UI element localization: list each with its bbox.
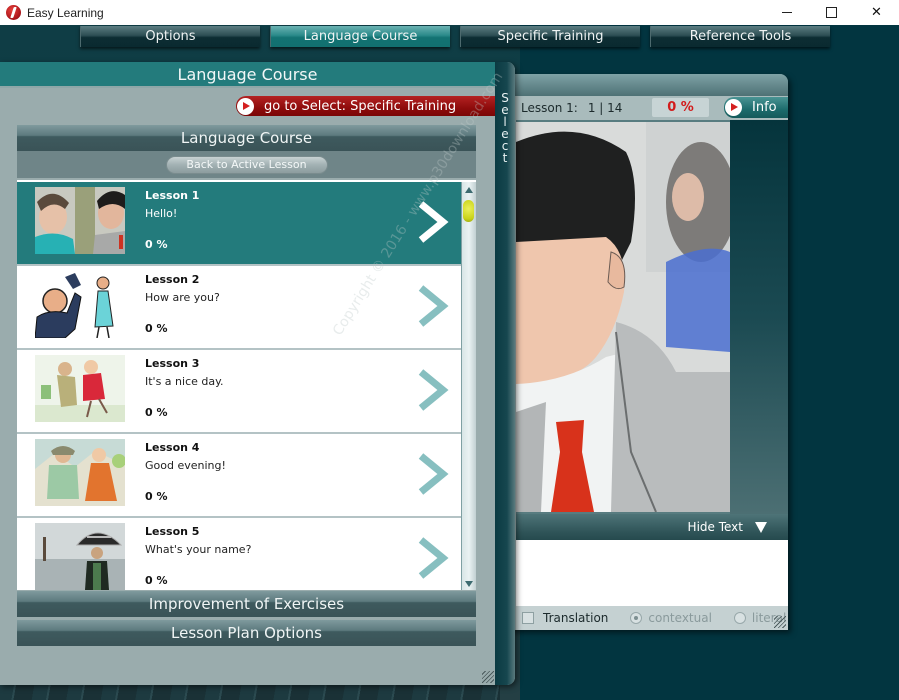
- lesson-subtitle: How are you?: [145, 291, 220, 304]
- tab-language-course[interactable]: Language Course: [270, 26, 450, 47]
- lesson-progress: 0 %: [145, 406, 168, 419]
- lesson-item[interactable]: Lesson 4 Good evening! 0 %: [17, 434, 461, 518]
- app-title: Easy Learning: [27, 5, 104, 20]
- panel-title: Language Course: [0, 62, 495, 88]
- close-button[interactable]: ✕: [854, 0, 899, 25]
- lesson-window-side-panel: [730, 120, 788, 514]
- lesson-item[interactable]: Lesson 5 What's your name? 0 %: [17, 518, 461, 590]
- lesson-window: Lesson 1: 1 | 14 0 % Info Hide Text Tran…: [500, 74, 788, 630]
- lesson-progress: 0 %: [145, 238, 168, 251]
- tab-reference-tools[interactable]: Reference Tools: [650, 26, 830, 47]
- back-button-bar: Back to Active Lesson: [17, 151, 476, 178]
- greeting-couple-image: [35, 187, 125, 254]
- improvement-of-exercises-section[interactable]: Improvement of Exercises: [17, 591, 476, 617]
- scroll-up-arrow-icon[interactable]: [465, 187, 473, 193]
- lesson-text-area: [516, 540, 788, 606]
- language-course-panel: Language Course go to Select: Specific T…: [0, 62, 515, 685]
- lesson-subtitle: Hello!: [145, 207, 178, 220]
- dancing-couple-image: [35, 355, 125, 422]
- lesson-item[interactable]: Lesson 3 It's a nice day. 0 %: [17, 350, 461, 434]
- woman-with-umbrella-image: [35, 523, 125, 590]
- lesson-progress-badge: 0 %: [652, 98, 709, 117]
- lesson-thumbnail: [35, 355, 125, 422]
- background-artwork: [0, 684, 500, 700]
- literal-radio[interactable]: [733, 612, 746, 624]
- lesson-window-titlebar[interactable]: [500, 74, 788, 96]
- minimize-button[interactable]: [764, 0, 809, 25]
- lesson-label: Lesson 1:: [521, 101, 578, 115]
- lesson-window-resize-grip[interactable]: [774, 616, 786, 628]
- tab-options[interactable]: Options: [80, 26, 260, 47]
- goto-specific-training-button[interactable]: go to Select: Specific Training: [236, 96, 495, 116]
- lesson-progress: 0 %: [145, 322, 168, 335]
- lesson-thumbnail: [35, 271, 125, 338]
- lesson-plan-options-section[interactable]: Lesson Plan Options: [17, 620, 476, 646]
- contextual-radio[interactable]: [630, 612, 643, 624]
- lesson-name: Lesson 4: [145, 441, 200, 454]
- app-logo-icon: [6, 5, 21, 20]
- translation-options-bar: Translation contextual literal: [516, 606, 788, 630]
- chevron-right-icon: [418, 537, 449, 579]
- info-button-label: Info: [752, 100, 777, 115]
- select-side-tab[interactable]: S e l e c t: [495, 62, 515, 685]
- lesson-progress: 0 %: [145, 490, 168, 503]
- course-section-header[interactable]: Language Course: [17, 125, 476, 151]
- back-to-active-lesson-button[interactable]: Back to Active Lesson: [165, 155, 328, 174]
- select-tab-letter: t: [502, 151, 508, 165]
- lesson-thumbnail: [35, 439, 125, 506]
- triangle-down-icon: [755, 521, 767, 533]
- play-icon: [725, 99, 742, 116]
- chevron-right-icon: [418, 369, 449, 411]
- translation-checkbox[interactable]: [522, 612, 534, 624]
- contextual-label: contextual: [648, 611, 712, 625]
- info-button[interactable]: Info: [724, 97, 788, 118]
- lesson-name: Lesson 1: [145, 189, 200, 202]
- course-section: Language Course Back to Active Lesson Le…: [17, 125, 476, 590]
- lesson-list: Lesson 1 Hello! 0 % Lesson 2 How are you…: [17, 180, 476, 590]
- tab-specific-training[interactable]: Specific Training: [460, 26, 640, 47]
- scroll-down-arrow-icon[interactable]: [465, 581, 473, 587]
- man-in-suit-illustration: [516, 122, 730, 512]
- hide-text-label: Hide Text: [687, 520, 743, 534]
- lesson-subtitle: What's your name?: [145, 543, 252, 556]
- lesson-progress: 0 %: [145, 574, 168, 587]
- lesson-item[interactable]: Lesson 2 How are you? 0 %: [17, 266, 461, 350]
- man-tipping-hat-image: [35, 271, 125, 338]
- lesson-name: Lesson 2: [145, 273, 200, 286]
- panel-resize-grip[interactable]: [482, 671, 494, 683]
- lesson-thumbnail: [35, 187, 125, 254]
- lesson-info-bar: Lesson 1: 1 | 14 0 % Info: [500, 96, 788, 120]
- lesson-thumbnail: [35, 523, 125, 590]
- play-icon: [237, 97, 254, 115]
- chevron-right-icon: [418, 285, 449, 327]
- lesson-item[interactable]: Lesson 1 Hello! 0 %: [17, 182, 461, 266]
- lesson-list-scrollbar[interactable]: [461, 182, 476, 590]
- chevron-right-icon: [418, 453, 449, 495]
- translation-label: Translation: [543, 611, 609, 625]
- main-navigation: Options Language Course Specific Trainin…: [80, 26, 840, 47]
- window-controls: ✕: [764, 0, 899, 25]
- page-indicator: 1 | 14: [587, 101, 623, 115]
- lesson-illustration: [516, 122, 730, 512]
- title-bar: Easy Learning ✕: [0, 0, 899, 25]
- chevron-right-icon: [418, 201, 449, 243]
- evening-couple-image: [35, 439, 125, 506]
- hide-text-bar[interactable]: Hide Text: [516, 514, 788, 540]
- lesson-subtitle: It's a nice day.: [145, 375, 224, 388]
- goto-button-label: go to Select: Specific Training: [264, 98, 457, 114]
- lesson-name: Lesson 3: [145, 357, 200, 370]
- maximize-button[interactable]: [809, 0, 854, 25]
- lesson-subtitle: Good evening!: [145, 459, 226, 472]
- lesson-name: Lesson 5: [145, 525, 200, 538]
- scrollbar-thumb[interactable]: [463, 200, 474, 222]
